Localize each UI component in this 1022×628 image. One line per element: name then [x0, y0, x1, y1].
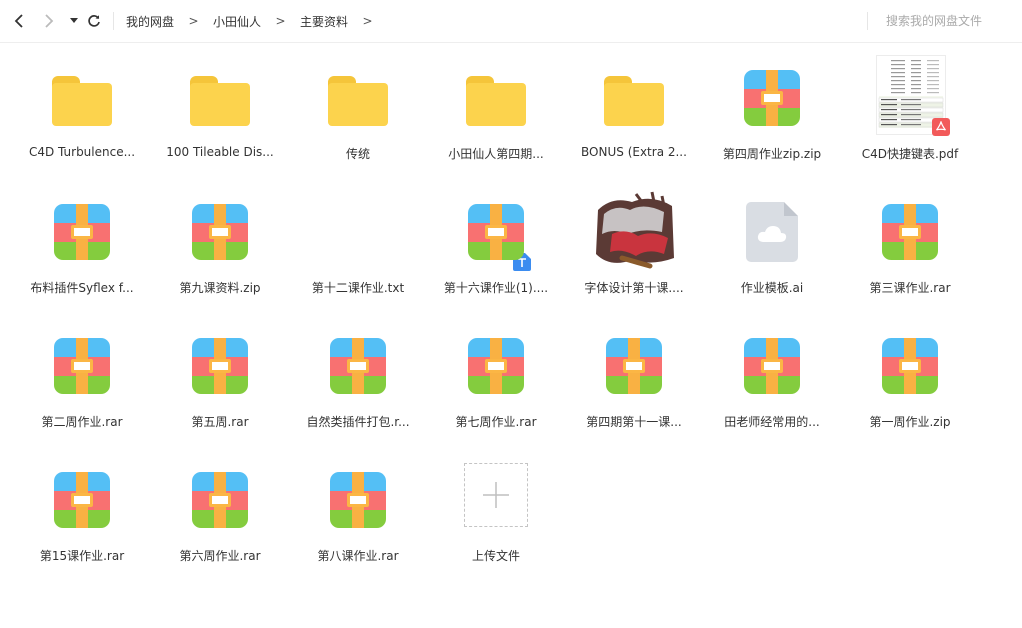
archive-file-item[interactable]: 田老师经常用的... — [703, 331, 841, 465]
upload-label: 上传文件 — [471, 549, 520, 563]
archive-icon — [189, 469, 251, 531]
search-input[interactable] — [878, 8, 1022, 34]
file-name: 第六周作业.rar — [179, 549, 261, 563]
file-grid: C4D Turbulence... 100 Tileable Dis... 传统 小田… — [13, 55, 1013, 599]
breadcrumb-separator: > — [188, 14, 199, 28]
upload-file-button[interactable]: 上传文件 — [427, 463, 565, 599]
archive-file-item[interactable]: 第15课作业.rar — [13, 465, 151, 599]
file-name: 100 Tileable Dis... — [166, 145, 274, 159]
ai-file-item[interactable]: 作业模板.ai — [703, 197, 841, 331]
ai-file-icon — [741, 201, 803, 263]
file-name: 第一周作业.zip — [869, 415, 951, 429]
txt-file-item[interactable]: 第十二课作业.txt — [289, 197, 531, 331]
file-name: 第四周作业zip.zip — [722, 147, 822, 161]
archive-icon — [741, 335, 803, 397]
file-name: 自然类插件打包.r... — [306, 415, 410, 429]
archive-file-item[interactable]: 布料插件Syflex f... — [13, 197, 151, 331]
archive-file-item[interactable]: 第六周作业.rar — [151, 465, 289, 599]
breadcrumb-item-current[interactable]: 主要资料 — [300, 13, 348, 30]
file-name: 第15课作业.rar — [39, 549, 125, 563]
archive-file-item[interactable]: 第四周作业zip.zip — [703, 63, 841, 197]
image-file-item[interactable]: 字体设计第十课.... — [565, 188, 703, 331]
archive-icon — [603, 335, 665, 397]
file-name: C4D Turbulence... — [28, 145, 136, 159]
archive-icon — [51, 335, 113, 397]
breadcrumb-item-root[interactable]: 我的网盘 — [126, 13, 174, 30]
archive-file-item[interactable]: 第十六课作业(1).... — [427, 197, 565, 331]
folder-file-item[interactable]: 小田仙人第四期... — [427, 63, 565, 197]
archive-icon — [465, 201, 527, 263]
breadcrumb: 我的网盘 > 小田仙人 > 主要资料 > — [126, 0, 387, 42]
image-thumbnail — [592, 188, 676, 272]
file-name: BONUS (Extra 2... — [581, 145, 687, 159]
pdf-icon — [932, 118, 950, 136]
archive-icon — [189, 335, 251, 397]
chevron-left-icon — [14, 14, 23, 28]
file-name: 第五周.rar — [191, 415, 249, 429]
archive-icon — [327, 469, 389, 531]
file-name: 第二周作业.rar — [41, 415, 123, 429]
folder-file-item[interactable]: C4D Turbulence... — [13, 63, 151, 197]
refresh-button[interactable] — [84, 11, 104, 31]
refresh-icon — [88, 15, 100, 27]
cloud-icon — [757, 226, 787, 242]
archive-icon — [879, 201, 941, 263]
archive-file-item[interactable]: 第五周.rar — [151, 331, 289, 465]
archive-file-item[interactable]: 自然类插件打包.r... — [289, 331, 427, 465]
folder-icon — [189, 67, 251, 129]
file-name: 小田仙人第四期... — [448, 147, 544, 161]
archive-file-item[interactable]: 第八课作业.rar — [289, 465, 427, 599]
folder-icon — [327, 67, 389, 129]
file-name: 第十二课作业.txt — [311, 281, 405, 295]
file-name: 田老师经常用的... — [724, 415, 820, 429]
file-name: 第七周作业.rar — [455, 415, 537, 429]
forward-button[interactable] — [38, 11, 58, 31]
archive-file-item[interactable]: 第七周作业.rar — [427, 331, 565, 465]
plus-icon — [483, 482, 509, 508]
folder-icon — [465, 67, 527, 129]
archive-file-item[interactable]: 第四期第十一课... — [565, 331, 703, 465]
archive-icon — [879, 335, 941, 397]
archive-icon — [51, 469, 113, 531]
folder-icon — [51, 67, 113, 129]
archive-icon — [465, 335, 527, 397]
breadcrumb-separator: > — [362, 14, 373, 28]
archive-file-item[interactable]: 第一周作业.zip — [841, 331, 979, 465]
breadcrumb-item-folder[interactable]: 小田仙人 — [213, 13, 261, 30]
file-name: 作业模板.ai — [740, 281, 804, 295]
folder-file-item[interactable]: 传统 — [289, 63, 427, 197]
file-name: 第四期第十一课... — [586, 415, 682, 429]
file-name: C4D快捷键表.pdf — [861, 147, 959, 161]
folder-file-item[interactable]: 100 Tileable Dis... — [151, 63, 289, 197]
file-name: 第三课作业.rar — [869, 281, 951, 295]
archive-file-item[interactable]: 第九课资料.zip — [151, 197, 289, 331]
history-dropdown-button[interactable] — [64, 11, 84, 31]
file-name: 布料插件Syflex f... — [30, 281, 134, 295]
back-button[interactable] — [10, 11, 30, 31]
folder-icon — [603, 67, 665, 129]
file-name: 传统 — [345, 147, 370, 161]
archive-icon — [189, 201, 251, 263]
archive-file-item[interactable]: 第三课作业.rar — [841, 197, 979, 331]
archive-file-item[interactable]: 第二周作业.rar — [13, 331, 151, 465]
folder-file-item[interactable]: BONUS (Extra 2... — [565, 63, 703, 197]
divider — [867, 12, 868, 30]
upload-box[interactable] — [464, 463, 528, 527]
archive-icon — [51, 201, 113, 263]
divider — [113, 12, 114, 30]
breadcrumb-separator: > — [275, 14, 286, 28]
file-name: 第十六课作业(1).... — [443, 281, 549, 295]
top-bar: 我的网盘 > 小田仙人 > 主要资料 > — [0, 0, 1022, 43]
archive-icon — [741, 67, 803, 129]
caret-down-icon — [70, 18, 78, 23]
archive-icon — [327, 335, 389, 397]
chevron-right-icon — [45, 14, 54, 28]
file-name: 第八课作业.rar — [317, 549, 399, 563]
file-name: 第九课资料.zip — [179, 281, 261, 295]
file-name: 字体设计第十课.... — [584, 281, 684, 295]
pdf-file-item[interactable]: C4D快捷键表.pdf — [841, 55, 979, 197]
